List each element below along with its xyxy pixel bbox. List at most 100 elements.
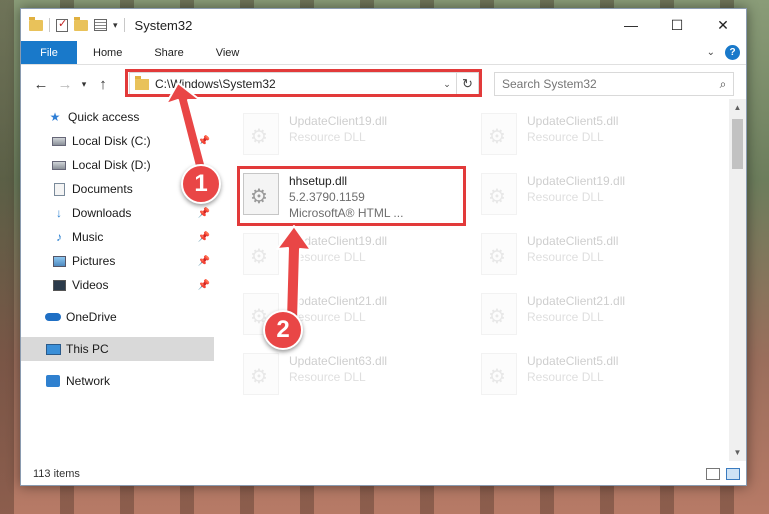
minimize-button[interactable]: — — [608, 9, 654, 41]
file-tile[interactable]: UpdateClient21.dll Resource DLL — [471, 289, 691, 341]
documents-icon — [51, 182, 67, 196]
pin-icon[interactable]: 📌 — [198, 256, 210, 267]
sidebar-item-videos[interactable]: Videos 📌 — [21, 273, 214, 297]
navigation-pane: ★ Quick access Local Disk (C:) 📌 Local D… — [21, 105, 214, 457]
file-name: UpdateClient19.dll — [289, 234, 388, 248]
sidebar-item-quick-access[interactable]: ★ Quick access — [21, 105, 214, 129]
maximize-button[interactable]: ☐ — [654, 9, 700, 41]
disk-icon — [51, 134, 67, 148]
sidebar-item-this-pc[interactable]: This PC — [21, 337, 214, 361]
window-title: System32 — [134, 17, 193, 33]
file-description: Resource DLL — [527, 370, 604, 384]
search-icon[interactable]: ⌕ — [713, 77, 733, 92]
search-box[interactable]: ⌕ — [494, 72, 734, 96]
onedrive-icon — [45, 310, 61, 324]
pc-icon — [45, 343, 61, 355]
step-1-callout: 1 — [181, 164, 221, 204]
up-arrow-icon[interactable]: ↑ — [91, 76, 115, 93]
file-tile[interactable]: UpdateClient19.dll Resource DLL — [233, 109, 453, 161]
vertical-scrollbar[interactable]: ▲ ▼ — [729, 99, 746, 461]
dll-file-icon — [243, 113, 279, 155]
file-tile[interactable]: UpdateClient5.dll Resource DLL — [471, 229, 691, 281]
disk-icon — [51, 158, 67, 172]
folder-icon — [29, 16, 43, 31]
sidebar-item-label: Videos — [72, 278, 109, 292]
large-icons-view-icon[interactable] — [726, 468, 740, 480]
download-icon: ↓ — [56, 206, 62, 220]
expand-ribbon-chevron-icon[interactable]: ⌄ — [707, 47, 715, 58]
file-tile[interactable]: UpdateClient63.dll Resource DLL — [233, 349, 453, 401]
pin-icon[interactable]: 📌 — [198, 232, 210, 243]
ribbon-right-controls: ⌄ ? — [707, 41, 746, 64]
file-name: UpdateClient21.dll — [289, 294, 388, 308]
step-2-callout: 2 — [263, 310, 303, 350]
file-description: Resource DLL — [289, 250, 366, 264]
sidebar-item-network[interactable]: Network — [21, 369, 214, 393]
file-name: UpdateClient5.dll — [527, 354, 619, 368]
scroll-down-arrow-icon[interactable]: ▼ — [729, 444, 746, 461]
sidebar-item-label: Downloads — [72, 206, 132, 220]
file-description: Resource DLL — [527, 130, 604, 144]
file-tile[interactable]: UpdateClient19.dll Resource DLL — [233, 229, 453, 281]
dll-file-icon — [481, 293, 517, 335]
toolbar-divider — [49, 18, 50, 32]
window-controls: — ☐ ✕ — [608, 9, 746, 41]
pin-icon[interactable]: 📌 — [198, 280, 210, 291]
sidebar-item-local-disk-c[interactable]: Local Disk (C:) 📌 — [21, 129, 214, 153]
pin-icon[interactable]: 📌 — [198, 208, 210, 219]
sidebar-item-label: OneDrive — [66, 310, 117, 324]
help-icon[interactable]: ? — [725, 45, 740, 60]
quick-access-toolbar: ▾ — [21, 16, 125, 32]
list-properties-icon[interactable] — [94, 19, 107, 31]
properties-check-icon[interactable] — [56, 17, 68, 32]
file-name: UpdateClient19.dll — [289, 114, 388, 128]
file-description: Resource DLL — [289, 130, 366, 144]
toolbar-divider — [123, 18, 125, 32]
back-arrow-icon[interactable]: ← — [29, 76, 53, 93]
new-folder-icon[interactable] — [74, 16, 88, 31]
sidebar-item-music[interactable]: ♪ Music 📌 — [21, 225, 214, 249]
sidebar-item-label: Pictures — [72, 254, 116, 268]
music-icon: ♪ — [56, 230, 62, 244]
forward-arrow-icon[interactable]: → — [53, 76, 77, 93]
sidebar-item-pictures[interactable]: Pictures 📌 — [21, 249, 214, 273]
title-bar: ▾ System32 — ☐ ✕ — [21, 9, 746, 41]
sidebar-item-onedrive[interactable]: OneDrive — [21, 305, 214, 329]
details-view-icon[interactable] — [706, 468, 720, 480]
ribbon-tabs: File Home Share View ⌄ ? — [21, 41, 746, 65]
status-bar: 113 items — [21, 463, 746, 485]
documents-icon — [53, 182, 65, 196]
item-count: 113 items — [33, 468, 80, 480]
file-highlight — [237, 166, 466, 226]
file-description: Resource DLL — [289, 310, 366, 324]
pictures-icon — [51, 254, 67, 268]
address-bar-highlight — [125, 69, 482, 97]
tab-home[interactable]: Home — [77, 41, 138, 64]
sidebar-item-downloads[interactable]: ↓ Downloads 📌 — [21, 201, 214, 225]
file-tile[interactable]: UpdateClient5.dll Resource DLL — [471, 109, 691, 161]
onedrive-icon — [45, 313, 61, 321]
customize-toolbar-chevron-icon[interactable]: ▾ — [113, 20, 118, 31]
dll-file-icon — [243, 233, 279, 275]
scrollbar-thumb[interactable] — [732, 119, 743, 169]
sidebar-item-label: Local Disk (C:) — [72, 134, 151, 148]
pin-icon[interactable]: 📌 — [198, 136, 210, 147]
close-button[interactable]: ✕ — [700, 9, 746, 41]
dll-file-icon — [481, 233, 517, 275]
sidebar-item-label: Local Disk (D:) — [72, 158, 151, 172]
network-icon — [45, 374, 61, 388]
scroll-up-arrow-icon[interactable]: ▲ — [729, 99, 746, 116]
tab-share[interactable]: Share — [138, 41, 199, 64]
file-tile[interactable]: UpdateClient5.dll Resource DLL — [471, 349, 691, 401]
tab-file[interactable]: File — [21, 41, 77, 64]
file-tile[interactable]: UpdateClient19.dll Resource DLL — [471, 169, 691, 221]
search-input[interactable] — [502, 77, 713, 91]
sidebar-item-label: Music — [72, 230, 104, 244]
videos-icon — [52, 279, 66, 291]
recent-locations-chevron-icon[interactable]: ▾ — [77, 79, 91, 90]
star-icon: ★ — [49, 110, 61, 124]
file-description: Resource DLL — [527, 310, 604, 324]
file-description: Resource DLL — [527, 190, 604, 204]
tab-view[interactable]: View — [200, 41, 256, 64]
pictures-icon — [52, 255, 66, 267]
